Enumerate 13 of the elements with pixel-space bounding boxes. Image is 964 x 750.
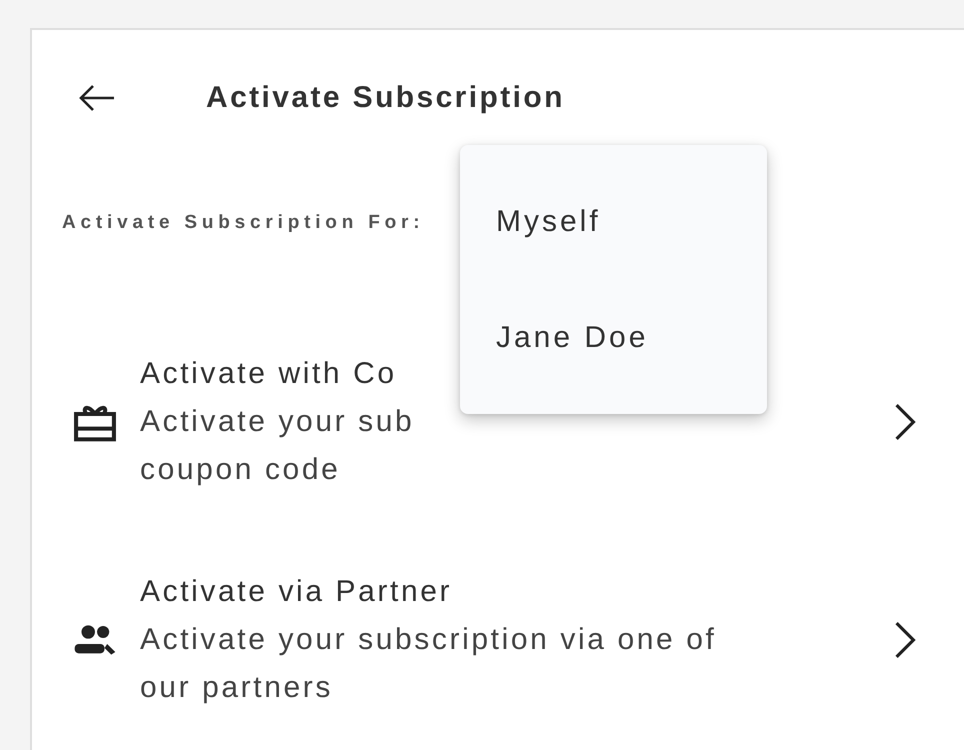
option-row[interactable]: Activate via Partner Activate your subscription via one of our partners xyxy=(32,568,917,712)
option-title: Activate via Partner xyxy=(140,574,454,610)
page-title: Activate Subscription xyxy=(206,81,565,115)
option-description: coupon code xyxy=(140,452,342,488)
option-description: our partners xyxy=(140,670,334,706)
chevron-right-icon xyxy=(893,402,917,442)
menu-item[interactable]: Myself xyxy=(496,201,731,243)
option-description: Activate your subscription via one of xyxy=(140,622,718,658)
chevron-right-icon xyxy=(893,620,917,660)
option-description: Activate your sub xyxy=(140,404,416,440)
option-title: Activate with Co xyxy=(140,356,398,392)
recipient-label: Activate Subscription For: xyxy=(62,212,424,234)
back-button[interactable] xyxy=(78,83,116,113)
